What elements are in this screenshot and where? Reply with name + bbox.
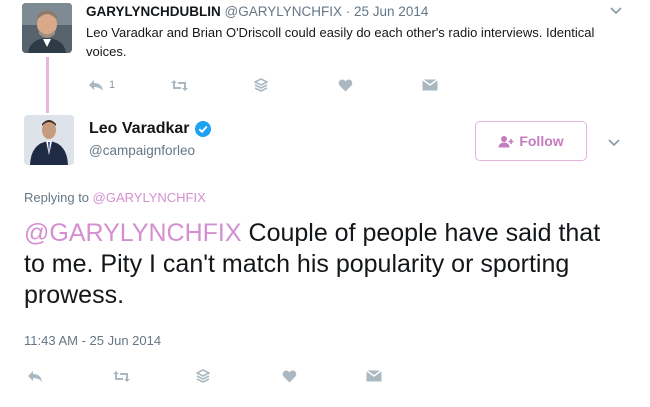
retweet-button[interactable] — [112, 370, 196, 383]
message-button[interactable] — [422, 78, 438, 92]
caret-down-icon[interactable] — [610, 4, 622, 18]
author-display-name[interactable]: Leo Varadkar — [89, 120, 190, 138]
message-icon — [366, 369, 382, 381]
replying-to-line: Replying to @GARYLYNCHFIX — [24, 190, 206, 205]
reply-icon — [28, 370, 42, 382]
heart-icon — [338, 79, 353, 91]
reply-count: 1 — [109, 79, 116, 91]
reply-icon — [89, 79, 103, 91]
thread-connector-line — [46, 57, 49, 113]
stack-icon — [254, 78, 268, 92]
tweet-text: @GARYLYNCHFIX Couple of people have said… — [24, 218, 624, 311]
quoted-action-bar: 1 — [88, 78, 438, 92]
retweet-icon — [171, 79, 188, 91]
replying-to-link[interactable]: @GARYLYNCHFIX — [93, 190, 206, 205]
follow-button[interactable]: Follow — [475, 121, 587, 161]
follow-label: Follow — [519, 133, 564, 149]
caret-down-icon[interactable] — [608, 136, 620, 150]
stack-button[interactable] — [254, 78, 338, 92]
retweet-button[interactable] — [170, 79, 254, 92]
author-name-row: Leo Varadkar — [89, 120, 211, 138]
like-button[interactable] — [282, 370, 366, 383]
message-button[interactable] — [366, 369, 382, 383]
follow-person-icon — [498, 135, 514, 147]
avatar-image — [22, 3, 72, 53]
quoted-date[interactable]: · 25 Jun 2014 — [346, 4, 429, 19]
tweet-mention-link[interactable]: @GARYLYNCHFIX — [24, 219, 242, 247]
stack-icon — [196, 369, 210, 383]
tweet-timestamp[interactable]: 11:43 AM - 25 Jun 2014 — [24, 333, 161, 348]
heart-icon — [282, 370, 297, 382]
verified-icon — [194, 121, 211, 137]
replying-prefix: Replying to — [24, 190, 93, 205]
reply-button[interactable] — [27, 370, 112, 383]
avatar-garylynchdublin[interactable] — [22, 3, 72, 53]
avatar-leo-varadkar[interactable] — [24, 115, 74, 165]
like-button[interactable] — [338, 79, 422, 92]
reply-button[interactable]: 1 — [88, 79, 170, 92]
avatar-image — [24, 115, 74, 165]
main-action-bar — [27, 369, 382, 383]
quoted-tweet-text: Leo Varadkar and Brian O'Driscoll could … — [86, 25, 595, 59]
quoted-display-name[interactable]: GARYLYNCHDUBLIN — [86, 4, 221, 19]
author-handle[interactable]: @campaignforleo — [89, 143, 195, 158]
stack-button[interactable] — [196, 369, 282, 383]
quoted-tweet-header: GARYLYNCHDUBLIN @GARYLYNCHFIX · 25 Jun 2… — [86, 4, 428, 19]
message-icon — [422, 78, 438, 90]
quoted-handle[interactable]: @GARYLYNCHFIX — [225, 4, 342, 19]
retweet-icon — [113, 370, 130, 382]
